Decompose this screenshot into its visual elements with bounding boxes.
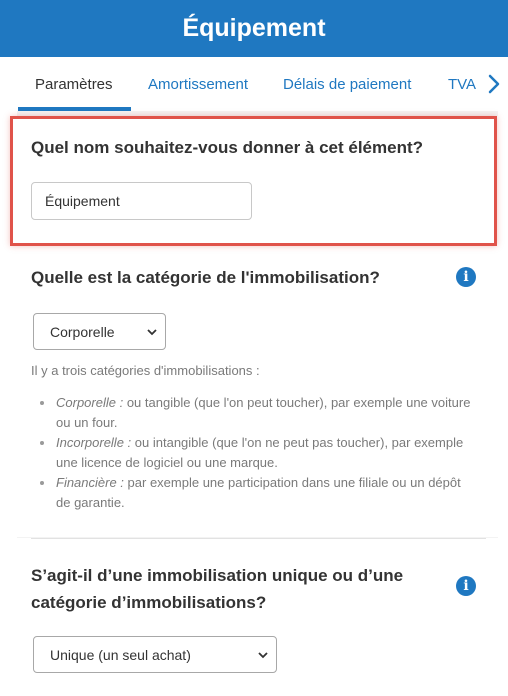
category-term: Corporelle : <box>56 395 124 410</box>
tab-bar: Paramètres Amortissement Délais de paiem… <box>0 57 508 111</box>
category-help-list: Corporelle : ou tangible (que l'on peut … <box>40 393 476 513</box>
section-divider <box>31 538 486 539</box>
category-help-intro: Il y a trois catégories d'immobilisation… <box>31 363 260 378</box>
category-select-value: Corporelle <box>50 323 115 340</box>
name-question: Quel nom souhaitez-vous donner à cet élé… <box>31 138 424 157</box>
list-item: Corporelle : ou tangible (que l'on peut … <box>40 393 476 433</box>
unique-question-line2: catégorie d’immobilisations? <box>31 593 267 612</box>
page-header: Équipement <box>0 0 508 57</box>
chevron-down-icon <box>258 652 268 659</box>
unique-select[interactable]: Unique (un seul achat) <box>33 636 277 673</box>
tab-parametres[interactable]: Paramètres <box>35 57 113 111</box>
chevron-down-icon <box>147 329 157 336</box>
page-title: Équipement <box>182 14 326 42</box>
tab-amortissement[interactable]: Amortissement <box>148 57 248 111</box>
tab-tva[interactable]: TVA <box>448 57 476 111</box>
list-item: Incorporelle : ou intangible (que l'on n… <box>40 433 476 473</box>
unique-select-value: Unique (un seul achat) <box>50 646 191 663</box>
category-term: Incorporelle : <box>56 435 132 450</box>
chevron-right-icon[interactable] <box>484 70 504 98</box>
category-question: Quelle est la catégorie de l'immobilisat… <box>31 268 380 287</box>
tab-delais-de-paiement[interactable]: Délais de paiement <box>283 57 411 111</box>
category-term: Financière : <box>56 475 124 490</box>
info-icon[interactable]: i <box>456 267 476 287</box>
name-input[interactable] <box>31 182 252 220</box>
info-icon[interactable]: i <box>456 576 476 596</box>
category-select[interactable]: Corporelle <box>33 313 166 350</box>
list-item: Financière : par exemple une participati… <box>40 473 476 513</box>
unique-question-line1: S’agit-il d’une immobilisation unique ou… <box>31 566 404 585</box>
